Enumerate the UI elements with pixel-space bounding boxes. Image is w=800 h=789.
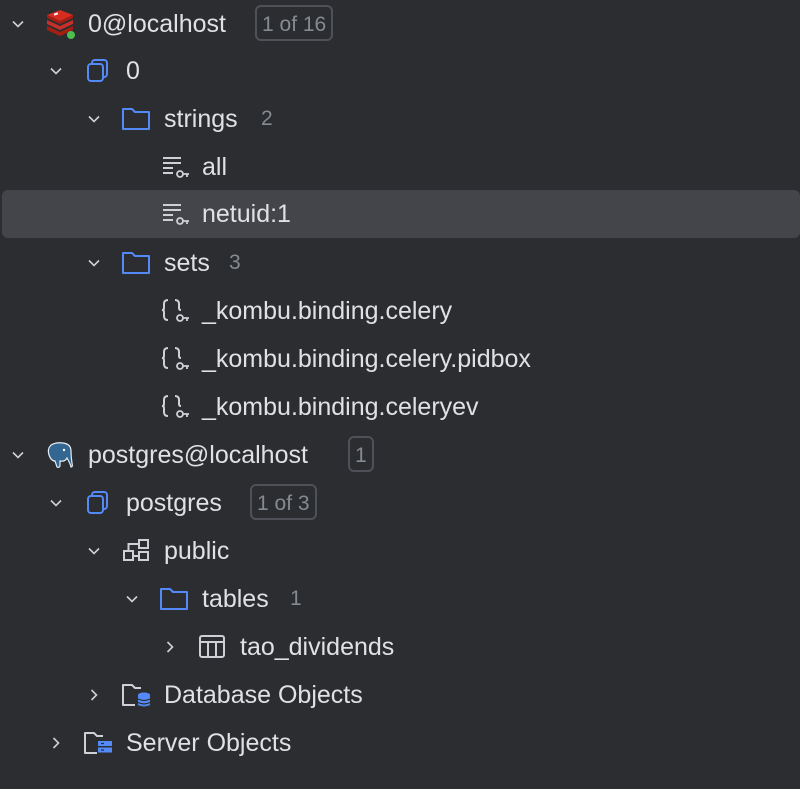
redis-icon: [45, 10, 75, 39]
key-name: netuid:1: [202, 200, 291, 228]
key-name: _kombu.binding.celeryev: [202, 393, 479, 421]
database-count-badge: 1: [348, 436, 374, 472]
folder-count: 1: [290, 587, 302, 610]
chevron-down-icon[interactable]: [46, 61, 66, 81]
tree-row-postgres-connection[interactable]: postgres@localhost 1: [0, 431, 800, 479]
chevron-down-icon[interactable]: [84, 541, 104, 561]
tree-row-postgres-database[interactable]: postgres 1 of 3: [0, 479, 800, 527]
tree-row-server-objects[interactable]: Server Objects: [0, 719, 800, 767]
database-name: postgres: [126, 489, 222, 517]
chevron-down-icon[interactable]: [84, 109, 104, 129]
key-name: all: [202, 153, 228, 181]
tree-row-string-key-selected[interactable]: netuid:1: [2, 190, 800, 238]
chevron-right-icon[interactable]: [46, 733, 66, 753]
connection-name: postgres@localhost: [88, 441, 308, 469]
database-icon: [83, 57, 113, 85]
database-name: 0: [126, 57, 140, 85]
tree-row-set-key[interactable]: _kombu.binding.celeryev: [0, 383, 800, 431]
key-name: _kombu.binding.celery.pidbox: [202, 345, 531, 373]
tree-row-database-objects[interactable]: Database Objects: [0, 671, 800, 719]
folder-label: Database Objects: [164, 681, 363, 709]
connection-name: 0@localhost: [88, 10, 226, 38]
tree-row-set-key[interactable]: _kombu.binding.celery: [0, 287, 800, 335]
table-icon: [197, 633, 227, 661]
folder-icon: [159, 585, 189, 613]
chevron-right-icon[interactable]: [84, 685, 104, 705]
folder-label: tables: [202, 585, 269, 613]
database-count-badge: 1 of 16: [255, 5, 334, 41]
chevron-down-icon[interactable]: [46, 493, 66, 513]
chevron-down-icon[interactable]: [122, 589, 142, 609]
database-explorer-tree: 0@localhost 1 of 16 0 strings 2 all netu…: [0, 0, 800, 789]
postgresql-elephant-icon: [45, 441, 75, 469]
set-key-icon: [160, 393, 190, 421]
tree-row-string-key[interactable]: all: [0, 143, 800, 191]
folder-label: Server Objects: [126, 729, 292, 757]
schema-count-badge: 1 of 3: [250, 484, 317, 520]
connected-status-dot: [67, 31, 75, 39]
chevron-down-icon[interactable]: [8, 445, 28, 465]
chevron-down-icon[interactable]: [8, 14, 28, 34]
tree-row-strings-folder[interactable]: strings 2: [0, 95, 800, 143]
folder-label: strings: [164, 105, 238, 133]
schema-name: public: [164, 537, 230, 565]
tree-row-redis-database[interactable]: 0: [0, 47, 800, 95]
database-objects-folder-icon: [121, 681, 151, 709]
set-key-icon: [160, 345, 190, 373]
set-key-icon: [160, 297, 190, 325]
string-key-icon: [160, 153, 190, 181]
key-name: _kombu.binding.celery: [202, 297, 453, 325]
folder-icon: [121, 105, 151, 133]
folder-label: sets: [164, 249, 210, 277]
tree-row-tables-folder[interactable]: tables 1: [0, 575, 800, 623]
tree-row-set-key[interactable]: _kombu.binding.celery.pidbox: [0, 335, 800, 383]
tree-row-table[interactable]: tao_dividends: [0, 623, 800, 671]
tree-row-redis-connection[interactable]: 0@localhost 1 of 16: [0, 0, 800, 48]
tree-row-sets-folder[interactable]: sets 3: [0, 239, 800, 287]
tree-row-schema[interactable]: public: [0, 527, 800, 575]
table-name: tao_dividends: [240, 633, 395, 661]
chevron-right-icon[interactable]: [160, 637, 180, 657]
schema-icon: [121, 537, 151, 565]
folder-icon: [121, 249, 151, 277]
folder-count: 2: [261, 107, 273, 130]
chevron-down-icon[interactable]: [84, 253, 104, 273]
folder-count: 3: [229, 251, 241, 274]
database-icon: [83, 489, 113, 517]
server-objects-folder-icon: [83, 729, 113, 757]
string-key-icon: [160, 200, 190, 228]
